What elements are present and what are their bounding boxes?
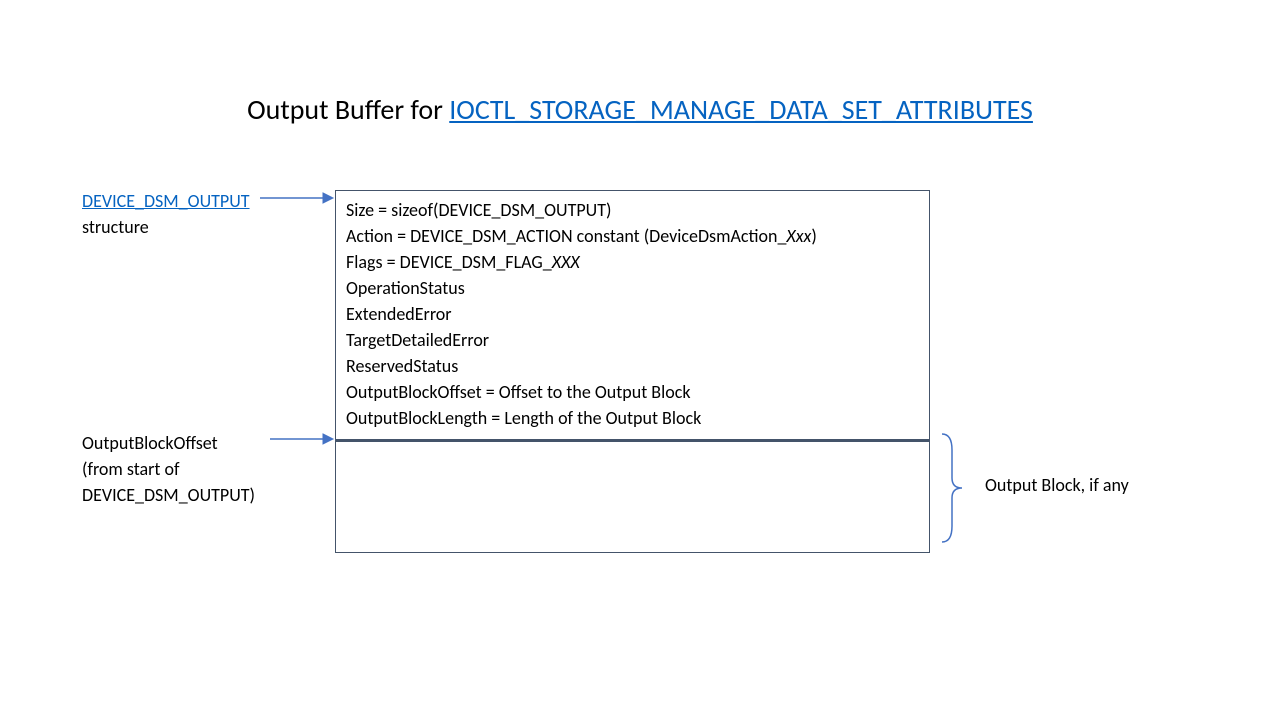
field-outlength: OutputBlockLength = Length of the Output…	[346, 405, 919, 431]
left-label-structure: DEVICE_DSM_OUTPUT structure	[82, 188, 250, 240]
offset-line3: DEVICE_DSM_OUTPUT)	[82, 484, 255, 506]
page-title: Output Buffer for IOCTL_STORAGE_MANAGE_D…	[0, 92, 1280, 127]
curly-brace-icon	[938, 430, 968, 546]
offset-line1: OutputBlockOffset	[82, 432, 218, 454]
arrow-to-box-middle	[270, 432, 335, 446]
device-dsm-output-link[interactable]: DEVICE_DSM_OUTPUT	[82, 190, 250, 212]
field-outoffset: OutputBlockOffset = Offset to the Output…	[346, 379, 919, 405]
field-action: Action = DEVICE_DSM_ACTION constant (Dev…	[346, 223, 919, 249]
field-targeterr: TargetDetailedError	[346, 327, 919, 353]
structure-text: structure	[82, 216, 149, 238]
box-bottom-empty	[336, 442, 929, 552]
field-size: Size = sizeof(DEVICE_DSM_OUTPUT)	[346, 197, 919, 223]
field-reserved: ReservedStatus	[346, 353, 919, 379]
field-exterr: ExtendedError	[346, 301, 919, 327]
output-block-label: Output Block, if any	[985, 474, 1129, 496]
title-prefix: Output Buffer for	[247, 92, 449, 127]
field-opstatus: OperationStatus	[346, 275, 919, 301]
field-flags: Flags = DEVICE_DSM_FLAG_XXX	[346, 249, 919, 275]
output-buffer-box: Size = sizeof(DEVICE_DSM_OUTPUT) Action …	[335, 190, 930, 553]
box-top-fields: Size = sizeof(DEVICE_DSM_OUTPUT) Action …	[336, 191, 929, 442]
title-link[interactable]: IOCTL_STORAGE_MANAGE_DATA_SET_ATTRIBUTES	[449, 92, 1033, 127]
arrow-to-box-top	[260, 191, 335, 205]
left-label-offset: OutputBlockOffset (from start of DEVICE_…	[82, 430, 255, 508]
offset-line2: (from start of	[82, 458, 180, 480]
